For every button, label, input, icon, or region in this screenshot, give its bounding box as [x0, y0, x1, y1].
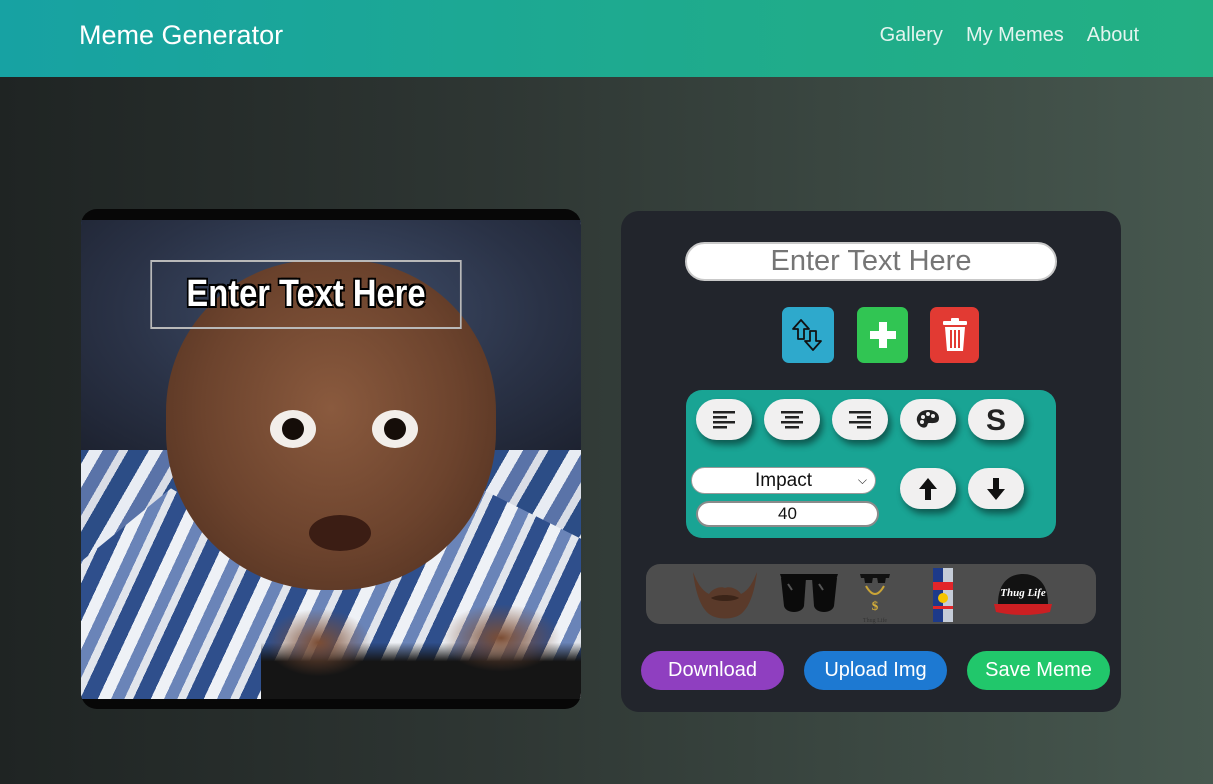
align-left-button[interactable]: [696, 399, 752, 440]
download-button[interactable]: Download: [641, 651, 784, 690]
font-family-select[interactable]: Impact ⌵: [691, 467, 876, 494]
align-center-button[interactable]: [764, 399, 820, 440]
nav-my-memes[interactable]: My Memes: [966, 24, 1064, 47]
chevron-down-icon: ⌵: [857, 473, 867, 487]
energy-can-icon: [933, 568, 953, 622]
switch-line-button[interactable]: [782, 307, 834, 363]
font-size-input[interactable]: [696, 501, 879, 527]
sticker-red-bull-can[interactable]: [930, 566, 956, 629]
color-picker-button[interactable]: [900, 399, 956, 440]
align-right-button[interactable]: [832, 399, 888, 440]
svg-text:Thug Life: Thug Life: [1000, 587, 1046, 599]
stickers-bar: $ Thug Life Thug Life: [646, 564, 1096, 624]
nav-about[interactable]: About: [1087, 24, 1139, 47]
top-navbar: Meme Generator Gallery My Memes About: [0, 0, 1213, 77]
image-eye-right: [372, 410, 418, 448]
palette-icon: [916, 409, 939, 428]
sticker-sunglasses[interactable]: [778, 570, 840, 625]
editor-panel: S Impact ⌵: [621, 211, 1121, 712]
nav-links: Gallery My Memes About: [880, 24, 1139, 47]
save-meme-button[interactable]: Save Meme: [967, 651, 1110, 690]
snapback-cap-icon: Thug Life: [994, 574, 1052, 615]
svg-text:S: S: [986, 405, 1006, 435]
upload-image-button[interactable]: Upload Img: [804, 651, 947, 690]
sticker-thug-life-chain[interactable]: $ Thug Life: [858, 568, 892, 629]
image-eye-left: [270, 410, 316, 448]
text-tools-box: S Impact ⌵: [686, 390, 1056, 538]
switch-arrows-icon: [792, 319, 822, 351]
align-left-icon: [713, 410, 735, 428]
font-family-value: Impact: [754, 469, 813, 491]
sticker-beard[interactable]: [691, 568, 759, 625]
arrow-up-icon: [919, 477, 937, 500]
meme-canvas[interactable]: Enter Text Here: [81, 209, 581, 709]
svg-text:Thug Life: Thug Life: [863, 617, 887, 624]
stroke-button[interactable]: S: [968, 399, 1024, 440]
plus-icon: [869, 322, 896, 348]
move-up-button[interactable]: [900, 468, 956, 509]
brand-logo[interactable]: Meme Generator: [79, 20, 283, 51]
arrow-down-icon: [987, 477, 1005, 500]
image-hands: [261, 605, 581, 699]
nav-gallery[interactable]: Gallery: [880, 24, 943, 47]
delete-line-button[interactable]: [930, 307, 979, 363]
align-right-icon: [849, 410, 871, 428]
thug-chain-icon: $ Thug Life: [860, 574, 890, 624]
move-down-button[interactable]: [968, 468, 1024, 509]
beard-icon: [693, 572, 757, 619]
svg-text:$: $: [872, 598, 879, 613]
sunglasses-icon: [780, 574, 838, 612]
trash-icon: [942, 318, 967, 351]
sticker-thug-life-cap[interactable]: Thug Life: [992, 570, 1054, 623]
image-mouth: [309, 515, 371, 551]
add-line-button[interactable]: [857, 307, 908, 363]
stroke-s-icon: S: [986, 405, 1006, 435]
align-center-icon: [781, 410, 803, 428]
meme-text-line[interactable]: Enter Text Here: [150, 260, 462, 329]
meme-text-input[interactable]: [685, 242, 1057, 281]
